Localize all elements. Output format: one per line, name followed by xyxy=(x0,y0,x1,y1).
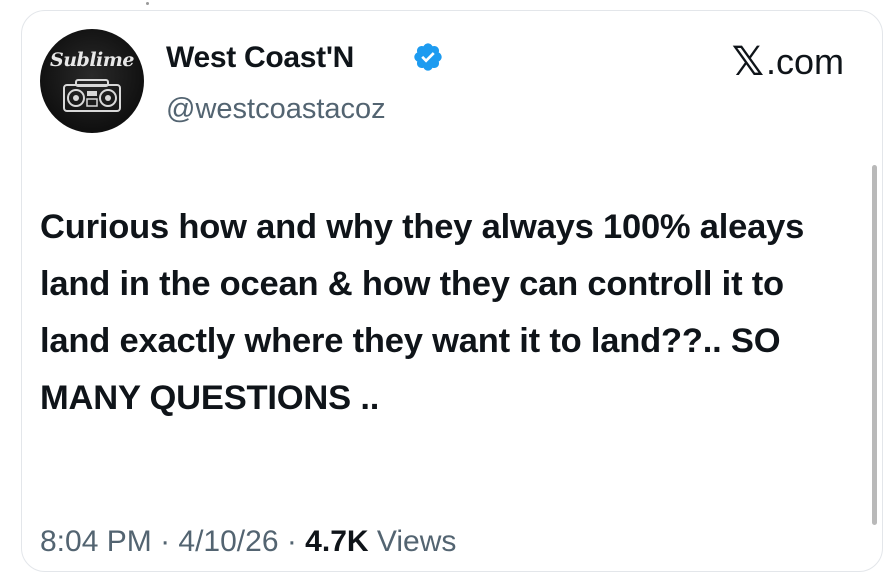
avatar-logo-text: Sublime xyxy=(50,49,134,71)
x-logo-icon: 𝕏 xyxy=(731,39,764,85)
x-brand-domain: .com xyxy=(765,41,844,82)
tweet-metadata: 8:04 PM · 4/10/26 · 4.7K Views xyxy=(40,525,456,559)
views-label: Views xyxy=(368,525,457,558)
views-count[interactable]: 4.7K xyxy=(305,525,368,558)
tweet-card: Sublime West Coast'N @westcoastacoz 𝕏 .c… xyxy=(21,10,883,572)
scrollbar[interactable] xyxy=(872,165,877,525)
top-edge-dot xyxy=(146,2,149,5)
meta-separator: · xyxy=(278,525,306,558)
tweet-time[interactable]: 8:04 PM xyxy=(40,525,152,558)
tweet-text: Curious how and why they always 100% ale… xyxy=(40,208,805,417)
boombox-icon xyxy=(63,79,121,112)
author-handle[interactable]: @westcoastacoz xyxy=(166,93,386,126)
author-display-name[interactable]: West Coast'N xyxy=(166,41,354,75)
tweet-date[interactable]: 4/10/26 xyxy=(178,525,278,558)
verified-badge-icon xyxy=(414,43,442,71)
meta-separator: · xyxy=(151,525,179,558)
x-brand-label[interactable]: 𝕏 .com xyxy=(732,41,844,83)
avatar[interactable]: Sublime xyxy=(40,29,144,133)
